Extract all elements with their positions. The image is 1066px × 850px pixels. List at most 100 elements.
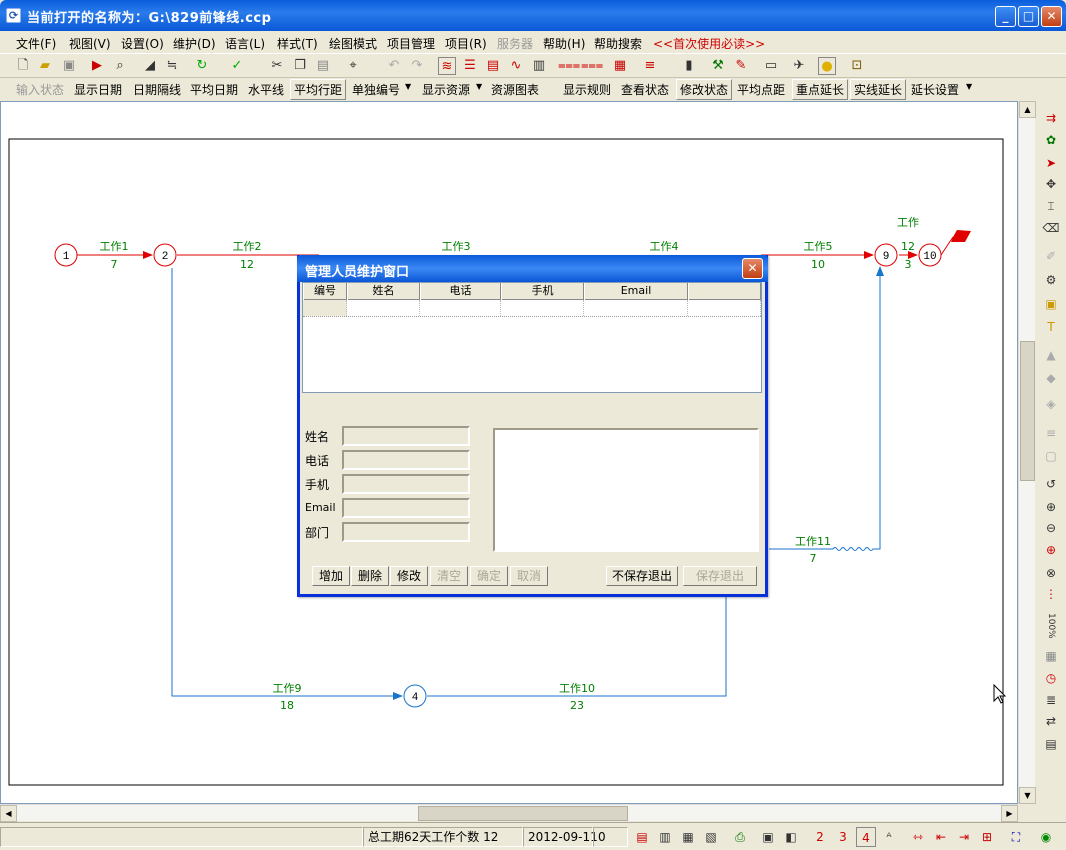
email-field[interactable] — [342, 498, 470, 518]
layer-icon[interactable]: ◆ — [1042, 369, 1060, 387]
dates-icon[interactable]: ⩶ — [558, 57, 580, 75]
network-view-icon[interactable]: ≋ — [438, 57, 456, 75]
view-state-button[interactable]: 查看状态 — [619, 81, 671, 98]
show-date-button[interactable]: 显示日期 — [72, 81, 124, 98]
cut-icon[interactable]: ✂ — [268, 57, 286, 75]
close-button[interactable]: ✕ — [1041, 6, 1062, 27]
paste-icon[interactable]: ▤ — [314, 57, 332, 75]
confirm-button[interactable]: 确定 — [470, 566, 508, 586]
dialog-close-button[interactable]: ✕ — [742, 258, 763, 279]
menu-project-management[interactable]: 项目管理 — [387, 35, 435, 52]
save-and-exit-button[interactable]: 保存退出 — [683, 566, 757, 586]
resource-chart-button[interactable]: 资源图表 — [489, 81, 541, 98]
view-table-icon[interactable]: ▦ — [678, 827, 698, 847]
phone-field[interactable] — [342, 450, 470, 470]
node-link-icon[interactable]: ⌶ — [1042, 197, 1060, 215]
fullscreen-icon[interactable]: ⛶ — [1006, 827, 1026, 847]
zoom-out-icon[interactable]: ⊖ — [1042, 519, 1060, 537]
refresh-icon[interactable]: ↻ — [193, 57, 211, 75]
zoom-in-icon[interactable]: ⊕ — [1042, 498, 1060, 516]
notes-textarea[interactable] — [493, 428, 759, 552]
list-icon[interactable]: ▤ — [484, 57, 502, 75]
text-icon[interactable]: T — [1042, 318, 1060, 336]
date-gridline-button[interactable]: 日期隔线 — [131, 81, 183, 98]
expand-icon[interactable]: ⇿ — [908, 827, 928, 847]
column-header[interactable]: 编号 — [303, 283, 347, 300]
mode-2-icon[interactable]: 2 — [810, 827, 830, 847]
table-cell[interactable] — [303, 300, 347, 316]
align-icon[interactable]: ≡ — [641, 57, 659, 75]
menu-help-search[interactable]: 帮助搜索 — [594, 35, 642, 52]
frame-icon[interactable]: ▢ — [1042, 447, 1060, 465]
print-icon[interactable]: ⎙ — [730, 827, 750, 847]
single-number-dropdown[interactable]: 单独编号 — [350, 81, 402, 98]
grid-extend-icon[interactable]: ⊞ — [977, 827, 997, 847]
align-lines-icon[interactable]: ≡ — [1042, 424, 1060, 442]
calendar-icon[interactable]: ▦ — [1042, 647, 1060, 665]
vertical-scrollbar[interactable]: ▲ ▼ — [1018, 101, 1036, 804]
menu-help[interactable]: 帮助(H) — [543, 35, 585, 52]
show-resource-dropdown[interactable]: 显示资源 — [420, 81, 472, 98]
node-1[interactable]: 1 — [54, 243, 78, 267]
up-level-icon[interactable]: ▲ — [1042, 346, 1060, 364]
column-header[interactable] — [688, 283, 761, 300]
set-icon[interactable]: ⚙ — [1042, 271, 1060, 289]
scroll-up-icon[interactable]: ▲ — [1019, 101, 1036, 118]
menu-project[interactable]: 项目(R) — [445, 35, 487, 52]
menu-settings[interactable]: 设置(O) — [121, 35, 164, 52]
page-icon[interactable]: ▣ — [758, 827, 778, 847]
export-icon[interactable]: ▶ — [88, 57, 106, 75]
bulb-icon[interactable]: ● — [818, 57, 836, 75]
left-extend-icon[interactable]: ⇤ — [931, 827, 951, 847]
chevron-down-icon[interactable]: ▼ — [403, 82, 413, 91]
modify-state-button[interactable]: 修改状态 — [676, 79, 733, 100]
zoom-fit-icon[interactable]: ⊗ — [1042, 564, 1060, 582]
find-icon[interactable]: ⌖ — [344, 57, 362, 75]
name-field[interactable] — [342, 426, 470, 446]
chart-icon[interactable]: ▦ — [611, 57, 629, 75]
input-state-button[interactable]: 输入状态 — [14, 81, 66, 98]
maximize-button[interactable]: □ — [1018, 6, 1039, 27]
select-arrow-icon[interactable]: ➤ — [1042, 154, 1060, 172]
menu-maintain[interactable]: 维护(D) — [173, 35, 216, 52]
scroll-left-icon[interactable]: ◀ — [0, 805, 17, 822]
table-cell[interactable] — [501, 300, 584, 316]
lines-icon[interactable]: ≣ — [1042, 691, 1060, 709]
scroll-right-icon[interactable]: ▶ — [1001, 805, 1018, 822]
dates2-icon[interactable]: ⩶ — [581, 57, 603, 75]
save-icon[interactable]: ▣ — [60, 57, 78, 75]
node-4[interactable]: 4 — [403, 684, 427, 708]
books-icon[interactable]: ▮ — [680, 57, 698, 75]
redo-icon[interactable]: ↷ — [408, 57, 426, 75]
block-icon[interactable]: ▣ — [1042, 295, 1060, 313]
triangle-icon[interactable]: ◢ — [141, 57, 159, 75]
column-header[interactable]: Email — [584, 283, 688, 300]
average-row-spacing-button[interactable]: 平均行距 — [290, 79, 347, 100]
split-icon[interactable]: ⋮ — [1042, 585, 1060, 603]
move-icon[interactable]: ✥ — [1042, 175, 1060, 193]
new-file-icon[interactable]: 🗋 — [14, 57, 32, 75]
table-cell[interactable] — [688, 300, 761, 316]
menu-file[interactable]: 文件(F) — [16, 35, 56, 52]
menu-language[interactable]: 语言(L) — [225, 35, 265, 52]
clock-icon[interactable]: ◷ — [1042, 669, 1060, 687]
target-icon[interactable]: ⊕ — [1042, 541, 1060, 559]
view-network-icon[interactable]: ▤ — [632, 827, 652, 847]
table-cell[interactable] — [584, 300, 688, 316]
edit-icon[interactable]: ✎ — [732, 57, 750, 75]
lock-icon[interactable]: ⊡ — [848, 57, 866, 75]
column-header[interactable]: 电话 — [420, 283, 501, 300]
cancel-button[interactable]: 取消 — [510, 566, 548, 586]
extend-settings-dropdown[interactable]: 延长设置 — [909, 81, 961, 98]
scroll-thumb[interactable] — [418, 806, 628, 821]
brush-icon[interactable]: ✐ — [1042, 247, 1060, 265]
eraser-icon[interactable]: ⌫ — [1042, 219, 1060, 237]
gantt-icon[interactable]: ☰ — [461, 57, 479, 75]
menu-server[interactable]: 服务器 — [497, 35, 533, 52]
open-folder-icon[interactable]: ▰ — [36, 57, 54, 75]
scroll-down-icon[interactable]: ▼ — [1019, 787, 1036, 804]
menu-first-use[interactable]: <<首次使用必读>> — [653, 35, 765, 52]
mode-a-icon[interactable]: ᴬ — [879, 827, 899, 847]
view-gantt-icon[interactable]: ▥ — [655, 827, 675, 847]
horizontal-line-button[interactable]: 水平线 — [246, 81, 286, 98]
